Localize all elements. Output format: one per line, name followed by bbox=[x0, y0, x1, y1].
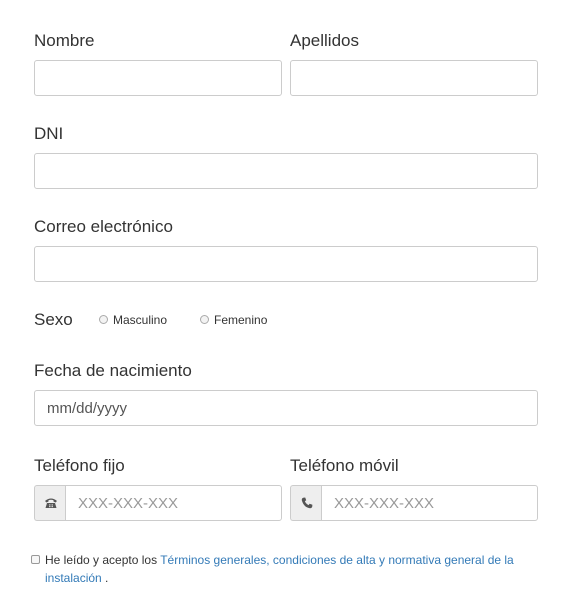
telefono-movil-field-box bbox=[321, 485, 538, 521]
correo-label: Correo electrónico bbox=[34, 217, 173, 236]
radio-femenino[interactable]: Femenino bbox=[200, 313, 267, 327]
apellidos-label: Apellidos bbox=[290, 31, 359, 50]
apellidos-input[interactable] bbox=[291, 61, 537, 95]
terms-checkbox[interactable] bbox=[31, 555, 40, 564]
dni-label: DNI bbox=[34, 124, 64, 143]
landline-phone-icon bbox=[44, 497, 58, 509]
telefono-movil-addon bbox=[290, 485, 322, 521]
correo-field-box bbox=[34, 246, 538, 282]
fecha-nacimiento-input[interactable] bbox=[35, 391, 537, 425]
terms-prefix: He leído y acepto los bbox=[45, 553, 158, 567]
correo-input[interactable] bbox=[35, 247, 537, 281]
telefono-fijo-label: Teléfono fijo bbox=[34, 456, 125, 475]
terms-suffix: . bbox=[105, 571, 109, 585]
nombre-field-box bbox=[34, 60, 282, 96]
dni-field-box bbox=[34, 153, 538, 189]
nombre-input[interactable] bbox=[35, 61, 281, 95]
radio-masculino-circle[interactable] bbox=[99, 315, 108, 325]
radio-femenino-label: Femenino bbox=[214, 313, 268, 327]
telefono-fijo-input[interactable] bbox=[66, 486, 281, 520]
telefono-movil-input[interactable] bbox=[322, 486, 537, 520]
radio-masculino[interactable]: Masculino bbox=[99, 313, 167, 327]
apellidos-field-box bbox=[290, 60, 538, 96]
dni-input[interactable] bbox=[35, 154, 537, 188]
nombre-label: Nombre bbox=[34, 31, 95, 50]
telefono-fijo-addon bbox=[34, 485, 66, 521]
radio-masculino-label: Masculino bbox=[113, 313, 168, 327]
fecha-nacimiento-label: Fecha de nacimiento bbox=[34, 361, 192, 380]
telefono-fijo-field-box bbox=[65, 485, 282, 521]
terms-text: He leído y acepto los Términos generales… bbox=[45, 551, 535, 587]
fecha-nacimiento-field-box bbox=[34, 390, 538, 426]
telefono-movil-label: Teléfono móvil bbox=[290, 456, 399, 475]
radio-femenino-circle[interactable] bbox=[200, 315, 209, 325]
phone-handset-icon bbox=[301, 497, 313, 509]
sexo-label: Sexo bbox=[34, 310, 73, 329]
